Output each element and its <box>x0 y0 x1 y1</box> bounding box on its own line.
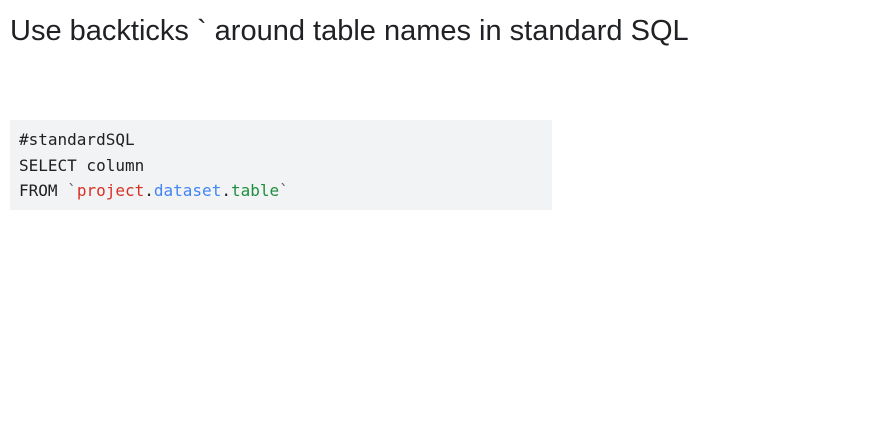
code-block: #standardSQL SELECT column FROM `project… <box>10 120 552 210</box>
code-line-select: SELECT column <box>19 155 145 175</box>
from-keyword: FROM <box>19 181 68 200</box>
code-line-from: FROM `project.dataset.table` <box>19 178 552 204</box>
project-token: project <box>76 181 145 200</box>
open-backtick: ` <box>67 181 77 200</box>
close-backtick: ` <box>279 181 289 200</box>
slide-title: Use backticks ` around table names in st… <box>10 15 689 47</box>
dataset-token: dataset <box>153 181 222 200</box>
table-token: table <box>230 181 280 200</box>
dot-separator: . <box>144 181 154 200</box>
code-line-comment: #standardSQL <box>19 130 135 149</box>
dot-separator: . <box>221 181 231 200</box>
